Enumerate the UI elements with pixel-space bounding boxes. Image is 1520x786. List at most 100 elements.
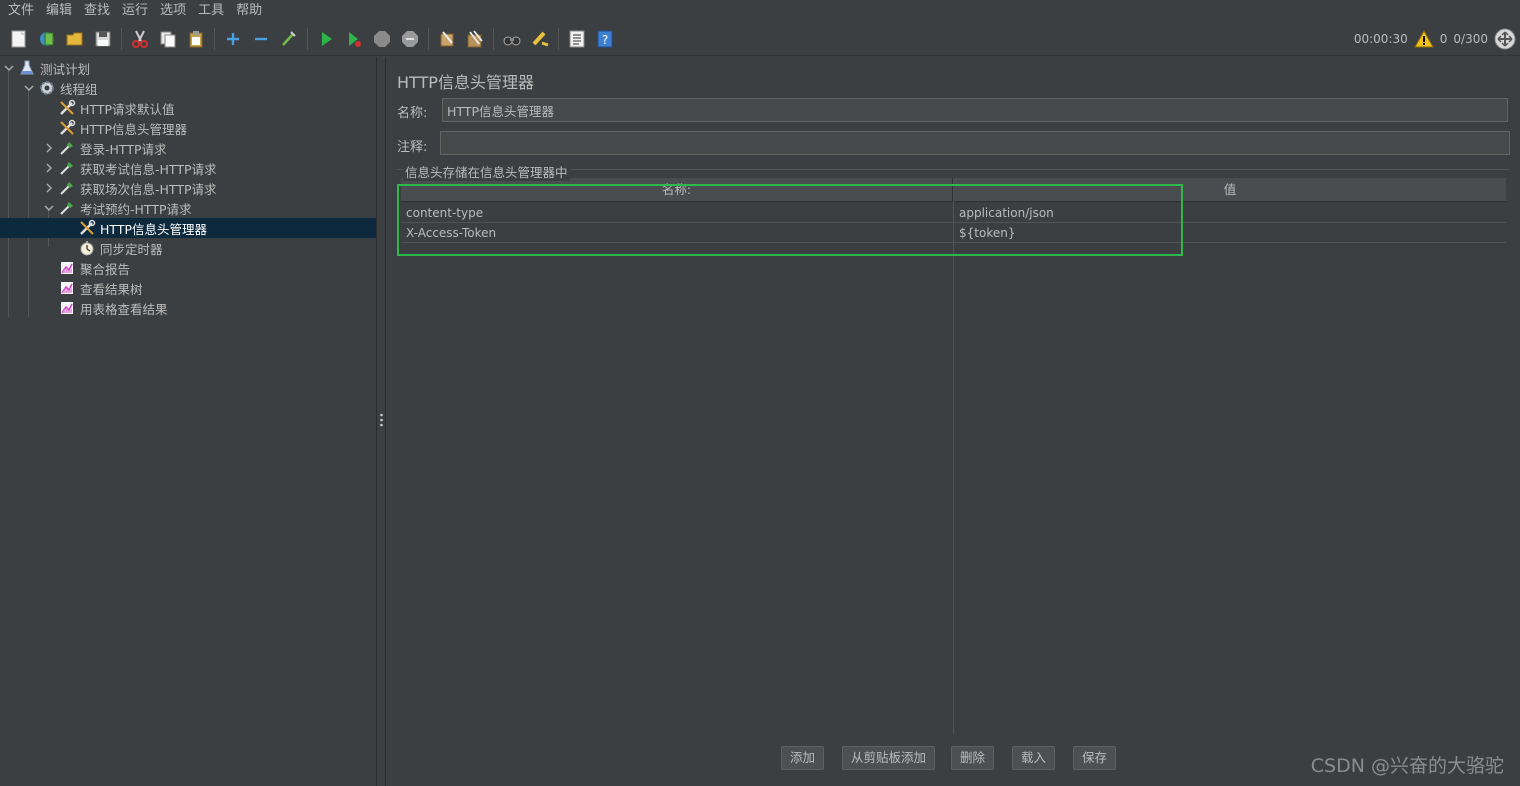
expand-icon[interactable]	[221, 27, 245, 51]
report-icon	[58, 299, 76, 317]
open-icon[interactable]	[63, 27, 87, 51]
menu-help[interactable]: 帮助	[230, 0, 268, 22]
add-from-clipboard-button[interactable]: 从剪贴板添加	[842, 746, 936, 770]
pipette-icon	[58, 139, 76, 157]
add-button[interactable]: 添加	[781, 746, 825, 770]
toolbar-separator	[307, 27, 308, 50]
pipette-icon	[58, 159, 76, 177]
tree-item-header-manager-selected[interactable]: HTTP信息头管理器	[0, 218, 376, 238]
menu-bar: 文件 编辑 查找 运行 选项 工具 帮助	[0, 0, 1520, 22]
name-field[interactable]	[442, 98, 1508, 122]
clear-icon[interactable]	[435, 27, 459, 51]
svg-text:?: ?	[602, 33, 608, 47]
tree-item-sync-timer[interactable]: 同步定时器	[78, 238, 163, 258]
chevron-down-icon[interactable]	[22, 81, 36, 95]
elapsed-timer: 00:00:30	[1353, 32, 1408, 46]
toolbar-separator	[121, 27, 122, 50]
drag-handle-icon	[380, 413, 383, 427]
chevron-right-icon[interactable]	[42, 161, 56, 175]
save-icon[interactable]	[91, 27, 115, 51]
column-header-value[interactable]: 值	[954, 178, 1506, 202]
watermark: CSDN @兴奋的大骆驼	[1310, 755, 1504, 777]
remote-status-icon[interactable]	[1494, 28, 1516, 50]
toolbar-separator	[493, 27, 494, 50]
paste-icon[interactable]	[184, 27, 208, 51]
reset-search-icon[interactable]	[528, 27, 552, 51]
menu-tools[interactable]: 工具	[192, 0, 230, 22]
header-name-cell[interactable]: X-Access-Token	[401, 223, 953, 243]
tree-item-login-request[interactable]: 登录-HTTP请求	[42, 138, 167, 158]
group-title: 信息头存储在信息头管理器中	[403, 162, 570, 181]
headers-table: 名称: 值 content-type application/json X-Ac…	[401, 178, 1506, 734]
report-icon	[58, 279, 76, 297]
toolbar-separator	[214, 27, 215, 50]
column-divider	[953, 178, 954, 734]
splitter-handle[interactable]	[377, 57, 386, 786]
shutdown-icon[interactable]	[398, 27, 422, 51]
header-name-cell[interactable]: content-type	[401, 203, 953, 223]
tree-item-exam-booking-request[interactable]: 考试预约-HTTP请求	[42, 198, 192, 218]
cut-icon[interactable]	[128, 27, 152, 51]
toolbar: ?	[0, 22, 1520, 56]
test-plan-tree: 测试计划 线程组 HTTP请求默认值 HTTP信息头管理器 登录-HTTP请求 …	[0, 57, 377, 786]
menu-run[interactable]: 运行	[116, 0, 154, 22]
search-icon[interactable]	[500, 27, 524, 51]
start-no-pause-icon[interactable]	[342, 27, 366, 51]
start-icon[interactable]	[314, 27, 338, 51]
tree-item-thread-group[interactable]: 线程组	[22, 78, 98, 98]
new-icon[interactable]	[7, 27, 31, 51]
warning-icon[interactable]	[1413, 29, 1434, 49]
header-manager-panel: HTTP信息头管理器 名称: 注释: 信息头存储在信息头管理器中 名称: 值 c…	[387, 57, 1520, 786]
status-area: 00:00:30 0 0/300	[1354, 22, 1516, 56]
copy-icon[interactable]	[156, 27, 180, 51]
chevron-down-icon[interactable]	[42, 201, 56, 215]
load-button[interactable]: 载入	[1012, 746, 1056, 770]
toggle-icon[interactable]	[277, 27, 301, 51]
stop-icon[interactable]	[370, 27, 394, 51]
name-label: 名称:	[397, 106, 428, 121]
templates-icon[interactable]	[35, 27, 59, 51]
timer-icon	[78, 239, 96, 257]
panel-title: HTTP信息头管理器	[397, 73, 534, 92]
delete-button[interactable]: 删除	[951, 746, 995, 770]
header-value-cell[interactable]: application/json	[954, 203, 1506, 223]
menu-search[interactable]: 查找	[78, 0, 116, 22]
chevron-right-icon[interactable]	[42, 141, 56, 155]
tree-item-aggregate-report[interactable]: 聚合报告	[58, 258, 130, 278]
comment-label: 注释:	[397, 140, 428, 155]
flask-icon	[18, 59, 36, 77]
thread-count: 0/300	[1453, 32, 1488, 46]
chevron-down-icon[interactable]	[2, 61, 16, 75]
wrench-icon	[78, 219, 96, 237]
chevron-right-icon[interactable]	[42, 181, 56, 195]
collapse-icon[interactable]	[249, 27, 273, 51]
wrench-icon	[58, 119, 76, 137]
gear-icon	[38, 79, 56, 97]
tree-item-session-info-request[interactable]: 获取场次信息-HTTP请求	[42, 178, 217, 198]
tree-item-http-defaults[interactable]: HTTP请求默认值	[58, 98, 175, 118]
header-value-cell[interactable]: ${token}	[954, 223, 1506, 243]
menu-file[interactable]: 文件	[2, 0, 40, 22]
tree-item-test-plan[interactable]: 测试计划	[2, 58, 90, 78]
warning-count: 0	[1439, 32, 1448, 46]
save-button[interactable]: 保存	[1073, 746, 1117, 770]
toolbar-separator	[558, 27, 559, 50]
tree-guide-line	[28, 89, 29, 317]
report-icon	[58, 259, 76, 277]
column-header-name[interactable]: 名称:	[401, 178, 953, 202]
pipette-icon	[58, 199, 76, 217]
function-helper-icon[interactable]	[565, 27, 589, 51]
toolbar-separator	[428, 27, 429, 50]
tree-guide-line	[8, 69, 9, 317]
tree-item-header-manager[interactable]: HTTP信息头管理器	[58, 118, 187, 138]
comment-field[interactable]	[440, 131, 1510, 155]
wrench-icon	[58, 99, 76, 117]
menu-options[interactable]: 选项	[154, 0, 192, 22]
tree-item-exam-info-request[interactable]: 获取考试信息-HTTP请求	[42, 158, 217, 178]
menu-edit[interactable]: 编辑	[40, 0, 78, 22]
help-icon[interactable]: ?	[593, 27, 617, 51]
tree-item-result-tree[interactable]: 查看结果树	[58, 278, 143, 298]
clear-all-icon[interactable]	[463, 27, 487, 51]
pipette-icon	[58, 179, 76, 197]
tree-item-table-results[interactable]: 用表格查看结果	[58, 298, 168, 318]
